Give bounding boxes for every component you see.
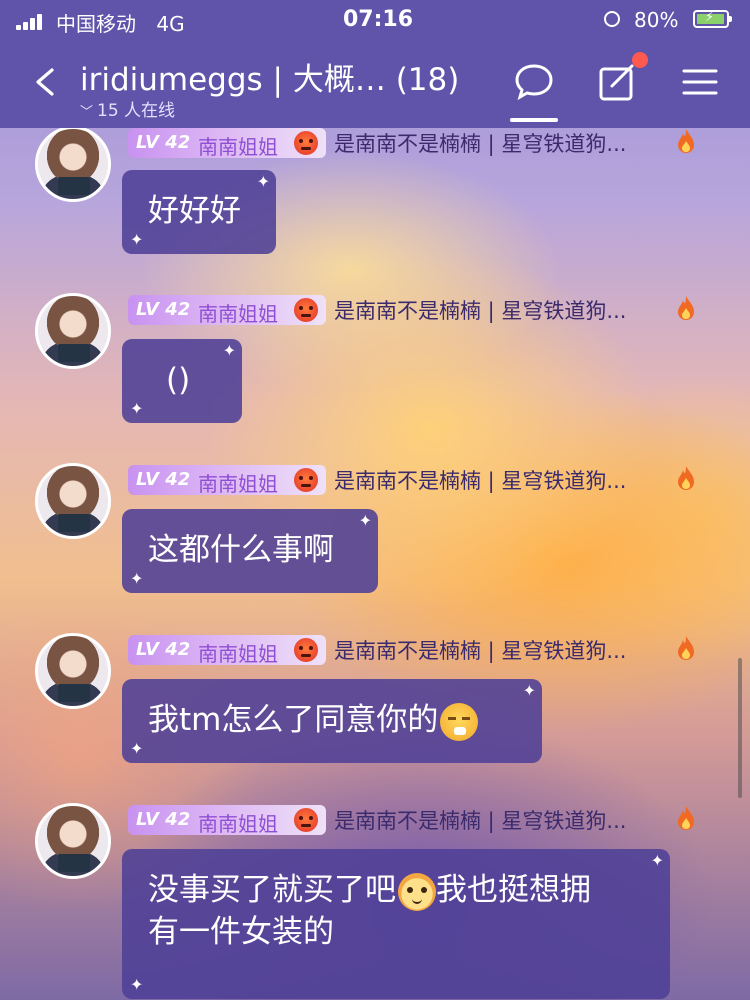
badge-title: 南南姐姐 — [198, 135, 278, 159]
carrier-label: 中国移动 4G — [56, 8, 185, 37]
fire-icon — [678, 129, 694, 153]
sparkle-icon: ✦ — [522, 681, 536, 700]
sparkle-icon: ✦ — [130, 399, 144, 418]
online-count[interactable]: ﹀ 15 人在线 — [80, 96, 175, 121]
chat-header: iridiumeggs | 大概… (18) ﹀ 15 人在线 — [0, 40, 750, 128]
sparkle-icon: ✦ — [650, 851, 664, 870]
message-text: 我也挺想拥 — [436, 872, 591, 908]
level-badge: LV 42 南南姐姐 — [128, 805, 326, 836]
sparkle-icon: ✦ — [130, 739, 144, 758]
message-text: 这都什么事啊 — [148, 532, 334, 568]
level-badge: LV 42 南南姐姐 — [128, 465, 326, 496]
angry-face-icon — [294, 298, 318, 322]
level-badge: LV 42 南南姐姐 — [128, 128, 326, 159]
sparkle-icon: ✦ — [256, 172, 270, 191]
menu-icon[interactable] — [678, 60, 722, 104]
message-bubble[interactable]: () ✦ ✦ — [122, 339, 242, 423]
message-text: 好好好 — [148, 193, 241, 229]
status-bar: 中国移动 4G 07:16 80% ⚡ — [0, 0, 750, 40]
angry-face-icon — [294, 808, 318, 832]
message-bubble[interactable]: 没事买了就买了吧 我也挺想拥 有一件女装的 ✦ ✦ — [122, 849, 670, 999]
fire-icon — [678, 296, 694, 320]
avatar[interactable] — [35, 633, 111, 709]
level-text: LV 42 — [136, 132, 191, 153]
clock: 07:16 — [343, 7, 414, 32]
fire-icon — [678, 466, 694, 490]
sparkle-icon: ✦ — [130, 569, 144, 588]
sparkle-icon: ✦ — [130, 230, 144, 249]
rotation-lock-icon — [604, 11, 620, 27]
online-text: 15 人在线 — [97, 101, 176, 121]
sender-nickname[interactable]: 是南南不是楠楠 | 星穹铁道狗... — [334, 295, 626, 325]
notification-dot — [632, 52, 648, 68]
message-line-2: 有一件女装的 — [148, 914, 334, 950]
badge-title: 南南姐姐 — [198, 812, 278, 836]
avatar[interactable] — [35, 293, 111, 369]
message-text: () — [166, 362, 191, 398]
chevron-down-icon: ﹀ — [80, 105, 94, 120]
active-tab-indicator — [510, 118, 558, 122]
angry-face-icon — [294, 638, 318, 662]
chat-title[interactable]: iridiumeggs | 大概… (18) — [80, 54, 459, 99]
edit-icon[interactable] — [596, 60, 640, 104]
message-list[interactable]: LV 42 南南姐姐 是南南不是楠楠 | 星穹铁道狗... 好好好 ✦ ✦ LV… — [0, 128, 750, 1000]
back-icon[interactable] — [32, 68, 60, 96]
sender-nickname[interactable]: 是南南不是楠楠 | 星穹铁道狗... — [334, 805, 626, 835]
chat-icon[interactable] — [512, 60, 556, 104]
sender-nickname[interactable]: 是南南不是楠楠 | 星穹铁道狗... — [334, 635, 626, 665]
level-text: LV 42 — [136, 469, 191, 490]
sender-nickname[interactable]: 是南南不是楠楠 | 星穹铁道狗... — [334, 128, 626, 158]
message-bubble[interactable]: 我tm怎么了同意你的 ✦ ✦ — [122, 679, 542, 763]
badge-title: 南南姐姐 — [198, 302, 278, 326]
level-badge: LV 42 南南姐姐 — [128, 295, 326, 326]
avatar[interactable] — [35, 803, 111, 879]
message-line-1: 没事买了就买了吧 我也挺想拥 — [148, 869, 644, 911]
fire-icon — [678, 636, 694, 660]
level-badge: LV 42 南南姐姐 — [128, 635, 326, 666]
angry-face-icon — [294, 468, 318, 492]
message-bubble[interactable]: 这都什么事啊 ✦ ✦ — [122, 509, 378, 593]
message-bubble[interactable]: 好好好 ✦ ✦ — [122, 170, 276, 254]
level-text: LV 42 — [136, 639, 191, 660]
sparkle-icon: ✦ — [358, 511, 372, 530]
sparkle-icon: ✦ — [222, 341, 236, 360]
badge-title: 南南姐姐 — [198, 642, 278, 666]
avatar[interactable] — [35, 128, 111, 202]
battery-icon: ⚡ — [693, 10, 732, 28]
avatar[interactable] — [35, 463, 111, 539]
scrollbar[interactable] — [738, 658, 742, 798]
message-text: 我tm怎么了同意你的 — [148, 702, 439, 738]
sneeze-emoji-icon — [440, 702, 479, 741]
angry-face-icon — [294, 131, 318, 155]
sparkle-icon: ✦ — [130, 975, 144, 994]
message-text: 没事买了就买了吧 — [148, 872, 396, 908]
level-text: LV 42 — [136, 299, 191, 320]
sender-nickname[interactable]: 是南南不是楠楠 | 星穹铁道狗... — [334, 465, 626, 495]
cat-emoji-icon — [398, 872, 436, 911]
fire-icon — [678, 806, 694, 830]
level-text: LV 42 — [136, 809, 191, 830]
signal-icon — [16, 14, 48, 30]
badge-title: 南南姐姐 — [198, 472, 278, 496]
battery-percent: 80% — [634, 8, 679, 32]
carrier-name: 中国移动 — [56, 12, 136, 36]
network-type: 4G — [156, 12, 185, 36]
